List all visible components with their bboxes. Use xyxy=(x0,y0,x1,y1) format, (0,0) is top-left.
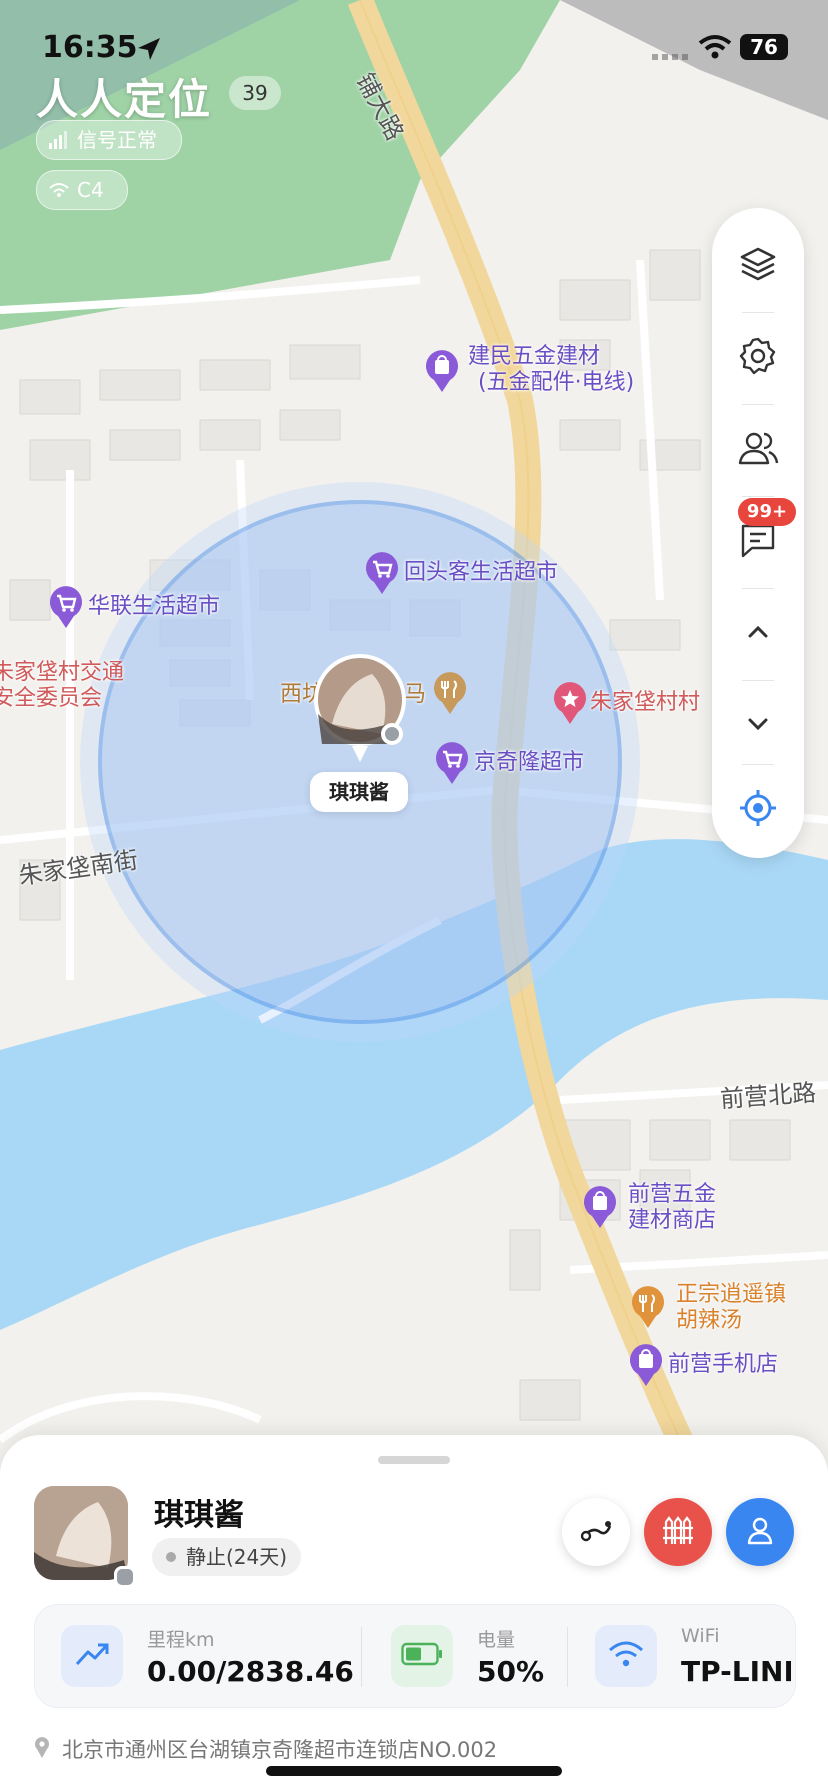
layers-icon xyxy=(738,244,778,288)
marker-name-tag: 琪琪酱 xyxy=(310,772,408,812)
poi-label: 朱家垡村村 xyxy=(590,690,701,715)
restaurant-pin-icon[interactable] xyxy=(630,1286,666,1332)
shopping-cart-pin-icon[interactable] xyxy=(434,742,470,788)
address-text: 北京市通州区台湖镇京奇隆超市连锁店NO.002 xyxy=(62,1738,498,1762)
stat-label: 电量 xyxy=(477,1629,516,1651)
status-badge: 静止(24天) xyxy=(152,1538,302,1576)
poi-label: 京奇隆超市 xyxy=(474,750,585,775)
route-icon xyxy=(578,1516,614,1548)
shopping-cart-pin-icon[interactable] xyxy=(48,586,84,632)
avatar[interactable] xyxy=(34,1486,128,1580)
wifi-icon xyxy=(608,1640,644,1672)
stat-wifi xyxy=(595,1625,657,1687)
battery-level: 76 xyxy=(750,35,778,59)
user-icon xyxy=(745,1515,775,1549)
count-badge[interactable]: 39 xyxy=(229,76,281,110)
poi-label: 前营手机店 xyxy=(668,1352,779,1377)
shopping-bag-pin-icon[interactable] xyxy=(582,1186,618,1232)
user-name: 琪琪酱 xyxy=(154,1498,244,1533)
wifi-status-icon xyxy=(698,34,732,64)
wifi-small-icon xyxy=(49,182,69,198)
location-arrow-icon xyxy=(136,36,162,66)
stat-mileage xyxy=(61,1625,123,1687)
avatar-status-dot xyxy=(114,1566,136,1588)
signal-status-label: 信号正常 xyxy=(77,128,157,152)
chevron-up-icon xyxy=(744,622,772,646)
marker-name: 琪琪酱 xyxy=(329,780,389,804)
road-label: 前营北路 xyxy=(719,1078,818,1114)
message-icon xyxy=(738,520,778,564)
poi-label: (五金配件·电线) xyxy=(478,370,635,395)
home-indicator[interactable] xyxy=(266,1766,562,1776)
poi-label: 建材商店 xyxy=(628,1208,717,1233)
locate-icon xyxy=(738,788,778,832)
state-label: 静止(24天) xyxy=(186,1545,288,1569)
message-count-badge: 99+ xyxy=(738,498,796,526)
gear-icon xyxy=(738,336,778,380)
restaurant-pin-icon[interactable] xyxy=(432,672,468,718)
poi-label: 建民五金建材 xyxy=(468,344,601,369)
stat-value: TP-LINK_ xyxy=(681,1655,791,1688)
route-button[interactable] xyxy=(562,1498,630,1566)
fence-icon xyxy=(661,1514,695,1550)
scroll-up-button[interactable] xyxy=(712,588,804,680)
cellular-icon xyxy=(652,44,692,64)
chevron-down-icon xyxy=(744,714,772,738)
poi-label: 朱家垡村交通 xyxy=(0,660,125,685)
shopping-cart-pin-icon[interactable] xyxy=(364,552,400,598)
state-dot xyxy=(166,1552,176,1562)
shopping-bag-pin-icon[interactable] xyxy=(628,1344,664,1390)
side-toolbar xyxy=(712,208,804,858)
poi-label: 回头客生活超市 xyxy=(404,560,559,585)
members-button[interactable] xyxy=(712,404,804,496)
poi-label: 华联生活超市 xyxy=(88,594,221,619)
divider xyxy=(361,1627,362,1687)
location-pin-icon xyxy=(34,1736,50,1762)
wifi-name-label: C4 xyxy=(77,178,104,202)
trend-icon xyxy=(74,1640,110,1672)
user-marker[interactable] xyxy=(312,654,408,764)
poi-label: 安全委员会 xyxy=(0,686,103,711)
settings-button[interactable] xyxy=(712,312,804,404)
stat-battery xyxy=(391,1625,453,1687)
fence-button[interactable] xyxy=(644,1498,712,1566)
locate-button[interactable] xyxy=(712,764,804,856)
status-time: 16:35 xyxy=(42,30,138,65)
battery-status-icon: 76 xyxy=(740,34,788,60)
star-pin-icon[interactable] xyxy=(552,682,588,728)
wifi-name-pill[interactable]: C4 xyxy=(36,170,128,210)
stat-value: 0.00/2838.46 xyxy=(147,1655,354,1688)
divider xyxy=(567,1627,568,1687)
battery-icon xyxy=(401,1642,443,1670)
drag-handle[interactable] xyxy=(378,1456,450,1464)
stat-label: WiFi xyxy=(681,1625,720,1647)
users-icon xyxy=(736,428,780,472)
signal-bars-icon xyxy=(49,131,69,149)
poi-label: 前营五金 xyxy=(628,1182,717,1207)
stat-label: 里程km xyxy=(147,1629,215,1651)
poi-label: 正宗逍遥镇 xyxy=(676,1282,787,1307)
shopping-bag-pin-icon[interactable] xyxy=(424,350,460,396)
profile-button[interactable] xyxy=(726,1498,794,1566)
stat-value: 50% xyxy=(477,1655,545,1688)
scroll-down-button[interactable] xyxy=(712,680,804,772)
signal-status-pill[interactable]: 信号正常 xyxy=(36,120,182,160)
stats-card: 里程km 0.00/2838.46 电量 50% WiFi TP-LINK_ xyxy=(34,1604,796,1708)
layers-button[interactable] xyxy=(712,220,804,312)
app-title: 人人定位 xyxy=(36,75,213,124)
app-root: 铺大路 朱家垡南街 前营北路 建民五金建材 (五金配件·电线) 回头客生活超市 … xyxy=(0,0,828,1792)
poi-label: 胡辣汤 xyxy=(676,1308,743,1333)
